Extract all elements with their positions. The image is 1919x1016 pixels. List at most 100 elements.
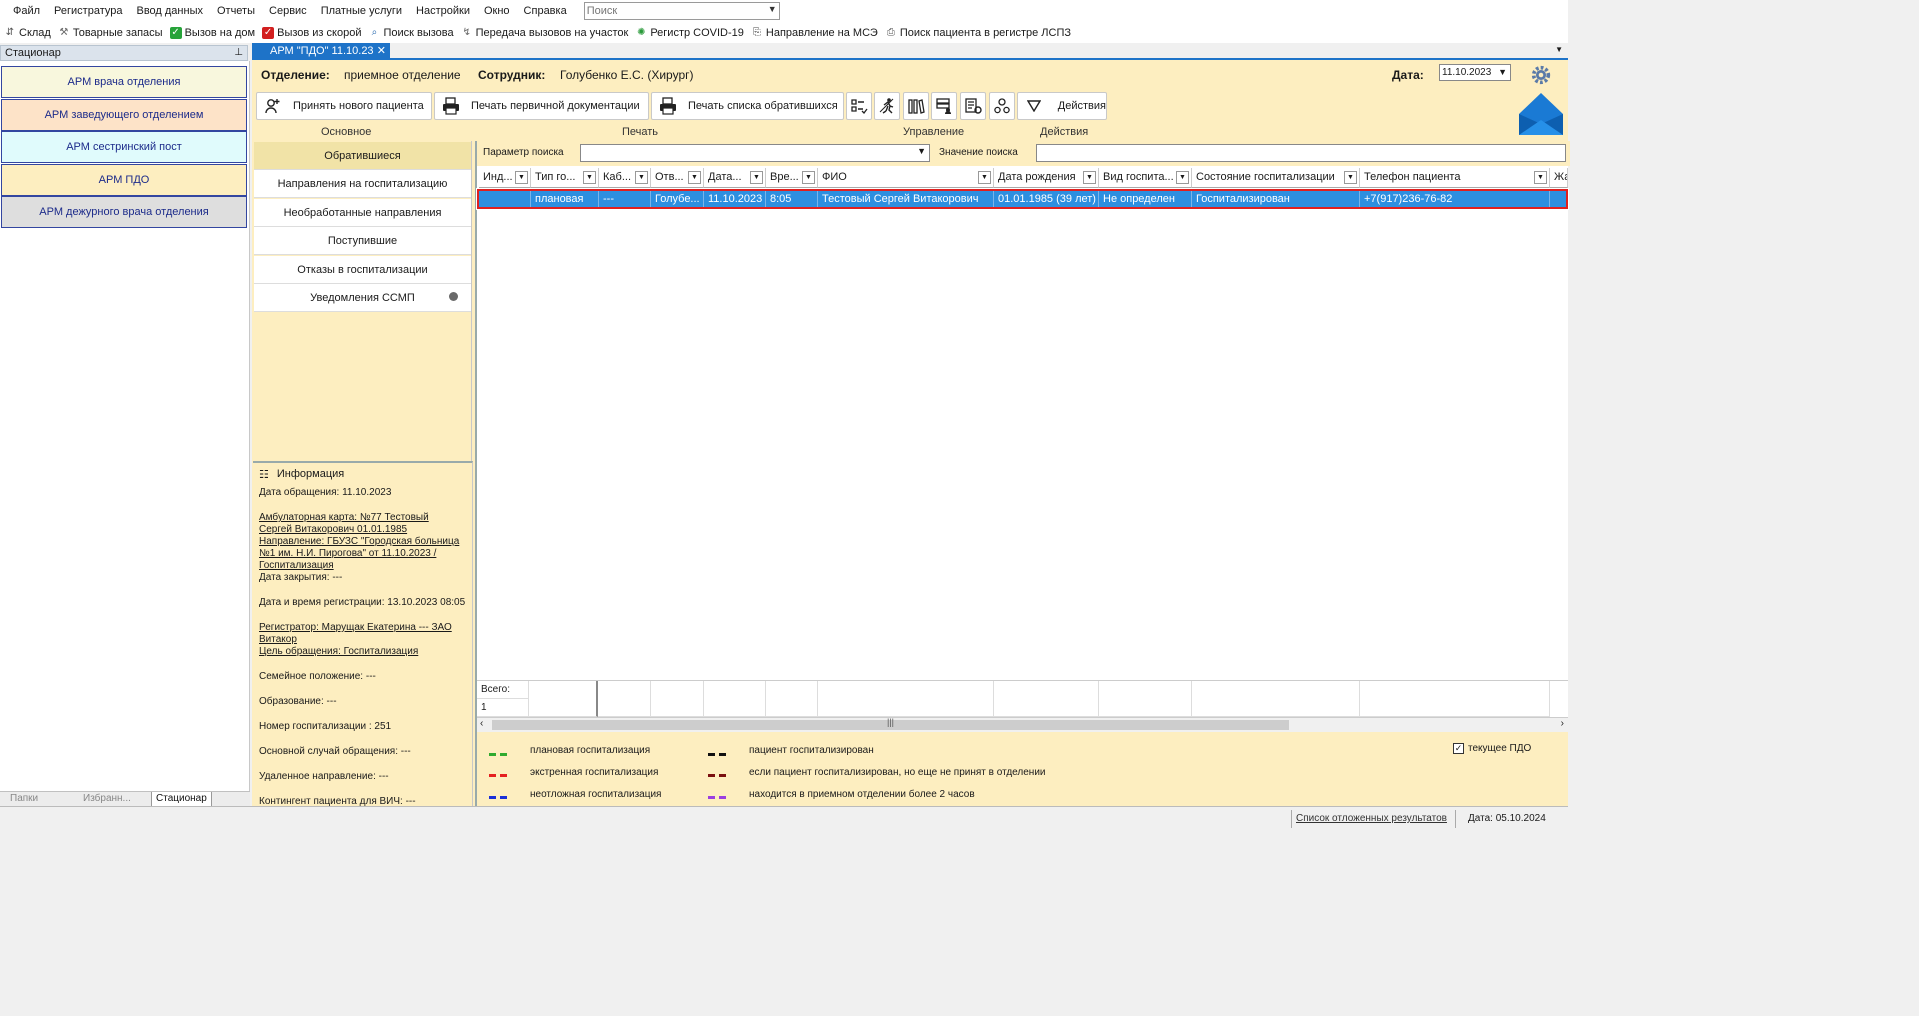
column-header-fio[interactable]: ФИО ▼ (818, 168, 994, 188)
column-header-hosp-state[interactable]: Состояние госпитализации ▼ (1192, 168, 1360, 188)
arm-department-doctor-button[interactable]: АРМ врача отделения (1, 66, 247, 98)
quick-ambulance-call[interactable]: ✓ Вызов из скорой (262, 26, 361, 39)
table-row[interactable]: плановая --- Голубе... 11.10.2023 8:05 Т… (476, 188, 1569, 210)
filter-icon[interactable]: ▼ (802, 171, 815, 184)
actions-dropdown-button[interactable]: Действия (1017, 92, 1107, 120)
menu-help[interactable]: Справка (517, 0, 574, 22)
global-search-input[interactable] (584, 3, 763, 19)
horizontal-scrollbar[interactable]: ‹ ||| › (477, 717, 1568, 732)
scroll-right-icon[interactable]: › (1561, 718, 1564, 729)
search-value-input[interactable] (1036, 144, 1566, 162)
quick-home-call[interactable]: ✓ Вызов на дом (169, 26, 255, 39)
column-header-hosp-type[interactable]: Тип го... ▼ (531, 168, 599, 188)
info-registrar-line-1[interactable]: Регистратор: Марущак Екатерина --- ЗАО (259, 622, 472, 634)
database-user-icon[interactable] (931, 92, 957, 120)
chevron-down-icon[interactable]: ▼ (768, 4, 777, 14)
quick-stock[interactable]: ⚒ Товарные запасы (58, 27, 162, 39)
menu-file[interactable]: Файл (0, 0, 47, 22)
document-settings-icon[interactable] (960, 92, 986, 120)
quick-warehouse[interactable]: ⇵ Склад (4, 27, 51, 39)
runner-icon[interactable] (874, 92, 900, 120)
filter-icon[interactable]: ▼ (1083, 171, 1096, 184)
printer-icon (441, 96, 461, 116)
info-referral-line-2[interactable]: №1 им. Н.И. Пирогова" от 11.10.2023 / (259, 548, 472, 560)
nav-unprocessed-referrals[interactable]: Необработанные направления (254, 199, 471, 227)
column-header-time[interactable]: Вре... ▼ (766, 168, 818, 188)
column-header-cabinet[interactable]: Каб... ▼ (599, 168, 651, 188)
gear-icon[interactable] (1530, 64, 1552, 86)
chevron-down-icon[interactable]: ▼ (1555, 45, 1563, 54)
tab-folders[interactable]: Папки (10, 792, 38, 807)
info-icon: ☷ (259, 468, 269, 481)
scroll-left-icon[interactable]: ‹ (480, 718, 483, 729)
quick-lspz-patient-search[interactable]: ⎙ Поиск пациента в регистре ЛСПЗ (885, 27, 1071, 39)
column-header-responsible[interactable]: Отв... ▼ (651, 168, 704, 188)
info-card-line-1[interactable]: Амбулаторная карта: №77 Тестовый (259, 512, 472, 524)
close-icon[interactable]: ✕ (377, 43, 386, 59)
info-purpose[interactable]: Цель обращения: Госпитализация (259, 646, 472, 658)
current-pdo-checkbox[interactable]: ✓ текущее ПДО (1453, 743, 1531, 754)
column-header-phone[interactable]: Телефон пациента ▼ (1360, 168, 1550, 188)
quick-call-search[interactable]: ⌕ Поиск вызова (368, 27, 454, 39)
menu-service[interactable]: Сервис (262, 0, 314, 22)
menu-registry[interactable]: Регистратура (47, 0, 129, 22)
filter-icon[interactable]: ▼ (515, 171, 528, 184)
column-header-complaints[interactable]: Жа (1550, 168, 1568, 188)
menu-data-entry[interactable]: Ввод данных (129, 0, 210, 22)
filter-icon[interactable]: ▼ (978, 171, 991, 184)
checklist-icon[interactable] (846, 92, 872, 120)
users-icon[interactable] (989, 92, 1015, 120)
menu-paid-services[interactable]: Платные услуги (314, 0, 409, 22)
patients-grid: Параметр поиска ▼ Значение поиска Инд...… (475, 141, 1570, 732)
filter-icon[interactable]: ▼ (635, 171, 648, 184)
nav-hospitalization-refusals[interactable]: Отказы в госпитализации (254, 256, 471, 284)
nav-visitors[interactable]: Обратившиеся (254, 142, 471, 170)
filter-icon[interactable]: ▼ (1534, 171, 1547, 184)
quick-call-transfer[interactable]: ↯ Передача вызовов на участок (461, 27, 628, 39)
print-primary-docs-button[interactable]: Печать первичной документации (434, 92, 649, 120)
menu-reports[interactable]: Отчеты (210, 0, 262, 22)
menu-window[interactable]: Окно (477, 0, 517, 22)
menu-settings[interactable]: Настройки (409, 0, 477, 22)
scroll-thumb[interactable]: ||| (492, 717, 1289, 730)
cell-date: 11.10.2023 (704, 191, 766, 207)
tab-favorites[interactable]: Избранн... (83, 792, 131, 807)
column-header-birthdate[interactable]: Дата рождения ▼ (994, 168, 1099, 188)
mail-icon[interactable] (1518, 92, 1564, 136)
group-label-manage: Управление (903, 126, 965, 138)
filter-icon[interactable]: ▼ (688, 171, 701, 184)
arm-head-of-department-button[interactable]: АРМ заведующего отделением (1, 99, 247, 131)
search-param-select[interactable]: ▼ (580, 144, 930, 162)
info-referral-line-3[interactable]: Госпитализация (259, 560, 472, 572)
date-select[interactable]: 11.10.2023 ▼ (1439, 64, 1511, 81)
filter-icon[interactable]: ▼ (1344, 171, 1357, 184)
column-header-index[interactable]: Инд... ▼ (479, 168, 531, 188)
books-icon[interactable] (903, 92, 929, 120)
pin-icon[interactable]: ⊥ (234, 46, 243, 60)
accept-new-patient-button[interactable]: Принять нового пациента (256, 92, 432, 120)
arm-nurse-post-button[interactable]: АРМ сестринский пост (1, 131, 247, 163)
quick-covid-register[interactable]: ✺ Регистр COVID-19 (635, 27, 744, 39)
info-registrar-line-2[interactable]: Витакор (259, 634, 472, 646)
filter-icon[interactable]: ▼ (750, 171, 763, 184)
postponed-results-link[interactable]: Список отложенных результатов (1291, 810, 1451, 828)
global-search-box[interactable]: ▼ (583, 2, 780, 20)
tab-hospital[interactable]: Стационар (151, 792, 212, 807)
column-header-date[interactable]: Дата... ▼ (704, 168, 766, 188)
filter-icon[interactable]: ▼ (1176, 171, 1189, 184)
arm-duty-doctor-button[interactable]: АРМ дежурного врача отделения (1, 196, 247, 228)
chevron-down-icon[interactable]: ▼ (1498, 65, 1507, 80)
arm-pdo-button[interactable]: АРМ ПДО (1, 164, 247, 196)
nav-ssmp-notifications[interactable]: Уведомления ССМП (254, 284, 471, 312)
info-referral-line-1[interactable]: Направление: ГБУЗС "Городская больница (259, 536, 472, 548)
info-card-line-2[interactable]: Сергей Витакорович 01.01.1985 (259, 524, 472, 536)
column-header-hosp-kind[interactable]: Вид госпита... ▼ (1099, 168, 1192, 188)
chevron-down-icon[interactable]: ▼ (917, 146, 926, 156)
tab-arm-pdo[interactable]: АРМ "ПДО" 11.10.23 ✕ (252, 43, 390, 59)
print-visitors-list-button[interactable]: Печать списка обратившихся (651, 92, 844, 120)
filter-icon[interactable]: ▼ (583, 171, 596, 184)
info-education: Образование: --- (259, 696, 337, 707)
quick-mse-referral[interactable]: ⎘ Направление на МСЭ (751, 27, 878, 39)
nav-hospitalization-referrals[interactable]: Направления на госпитализацию (254, 170, 471, 198)
nav-admitted[interactable]: Поступившие (254, 227, 471, 255)
